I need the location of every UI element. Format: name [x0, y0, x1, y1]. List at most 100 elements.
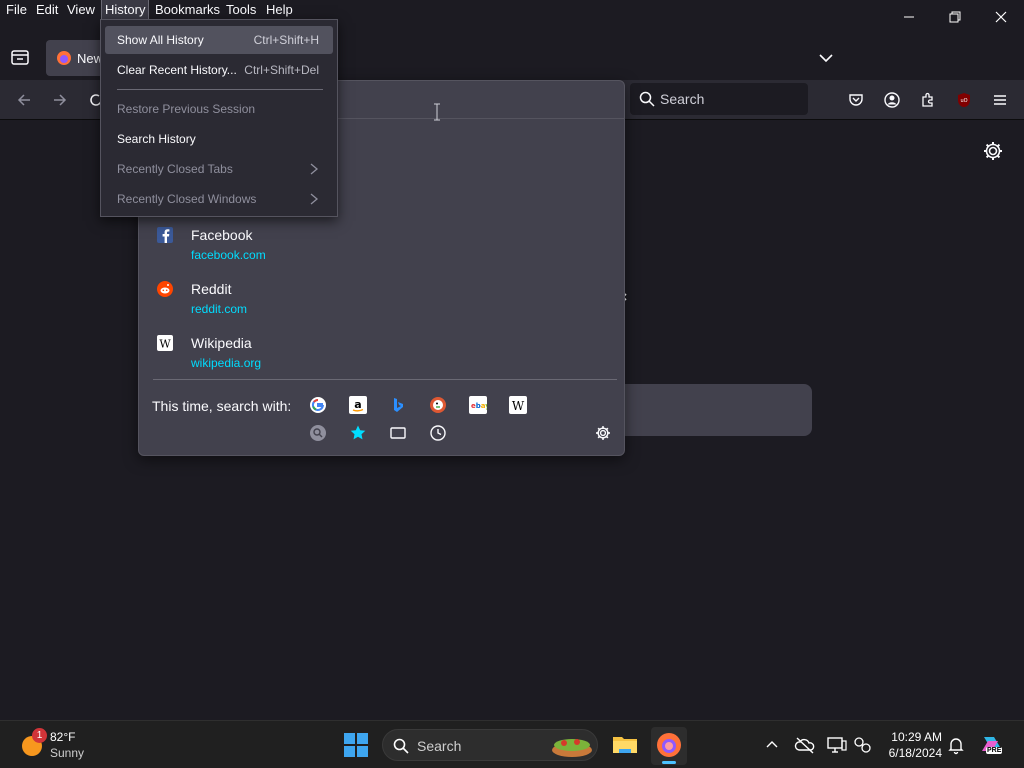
menu-item-label: Recently Closed Windows — [117, 192, 257, 206]
ebay-engine-button[interactable]: ebay — [468, 395, 488, 415]
menu-item-shortcut: Ctrl+Shift+H — [253, 33, 319, 47]
site-url: facebook.com — [191, 248, 266, 262]
weather-widget[interactable]: 1 82°F Sunny — [14, 727, 104, 763]
bing-icon — [394, 398, 403, 412]
amazon-icon: a — [349, 396, 367, 414]
facebook-icon — [157, 227, 173, 243]
firefox-view-button[interactable] — [10, 48, 30, 66]
menu-view[interactable]: View — [64, 0, 98, 20]
onedrive-button[interactable] — [794, 735, 816, 755]
copilot-button[interactable]: PRE — [978, 731, 1006, 759]
google-engine-button[interactable] — [308, 395, 328, 415]
history-mode-button[interactable] — [428, 423, 448, 443]
firefox-taskbar-button[interactable] — [651, 727, 687, 765]
page-search-box[interactable] — [600, 384, 812, 436]
search-settings-button[interactable] — [593, 423, 613, 443]
svg-text:uO: uO — [960, 98, 967, 104]
close-window-button[interactable] — [978, 0, 1024, 34]
site-name: Facebook — [191, 227, 253, 243]
list-all-tabs-button[interactable] — [816, 48, 836, 68]
weather-badge: 1 — [32, 728, 47, 743]
show-all-history-item[interactable]: Show All History Ctrl+Shift+H — [105, 26, 333, 54]
file-explorer-button[interactable] — [610, 729, 640, 761]
chevron-up-icon — [766, 741, 778, 748]
svg-text:ebay: ebay — [471, 402, 487, 410]
forward-arrow-icon — [54, 94, 67, 106]
site-name: Wikipedia — [191, 335, 252, 351]
active-indicator — [662, 761, 676, 764]
menu-item-shortcut: Ctrl+Shift+Del — [244, 63, 319, 77]
tabs-mode-button[interactable] — [388, 423, 408, 443]
svg-text:W: W — [159, 338, 171, 351]
list-item[interactable]: Reddit reddit.com — [157, 279, 557, 323]
firefox-view-icon — [11, 50, 29, 65]
reddit-icon — [157, 281, 173, 297]
chevron-right-icon — [310, 163, 319, 175]
account-button[interactable] — [880, 88, 904, 112]
tabs-icon — [390, 427, 406, 439]
wikipedia-engine-button[interactable]: W — [508, 395, 528, 415]
firefox-logo-icon — [657, 733, 681, 757]
forward-button[interactable] — [48, 88, 72, 112]
menu-file[interactable]: File — [3, 0, 30, 20]
divider — [153, 379, 617, 380]
menu-item-label: Recently Closed Tabs — [117, 162, 233, 176]
gear-icon — [984, 142, 1002, 160]
menu-item-label: Restore Previous Session — [117, 102, 256, 116]
menu-tools[interactable]: Tools — [223, 0, 259, 20]
taskbar-search-placeholder: Search — [417, 738, 462, 754]
gear-icon — [596, 426, 610, 440]
minimize-button[interactable] — [886, 0, 932, 34]
back-arrow-icon — [17, 94, 30, 106]
folder-icon — [613, 737, 637, 753]
amazon-engine-button[interactable]: a — [348, 395, 368, 415]
account-icon — [884, 92, 900, 108]
search-icon — [393, 738, 409, 754]
search-icon — [639, 91, 655, 107]
ublock-origin-button[interactable]: uO — [952, 88, 976, 112]
menu-item-label: Clear Recent History... — [117, 63, 237, 77]
wikipedia-icon: W — [509, 396, 527, 414]
recently-closed-tabs-item[interactable]: Recently Closed Tabs — [105, 155, 333, 183]
search-with-label: This time, search with: — [152, 398, 292, 414]
duckduckgo-engine-button[interactable] — [428, 395, 448, 415]
windows-logo-icon — [344, 733, 368, 757]
chevron-down-icon — [819, 54, 833, 63]
firefox-logo-icon — [57, 51, 71, 65]
taskbar-search[interactable]: Search — [382, 729, 598, 761]
site-url: wikipedia.org — [191, 356, 262, 370]
notifications-button[interactable] — [946, 735, 966, 755]
clock-date: 6/18/2024 — [888, 746, 942, 760]
restore-previous-session-item[interactable]: Restore Previous Session — [105, 95, 333, 123]
network-button[interactable] — [852, 735, 874, 755]
back-button[interactable] — [12, 88, 36, 112]
clock[interactable]: 10:29 AM 6/18/2024 — [880, 729, 944, 763]
menu-help[interactable]: Help — [263, 0, 296, 20]
pocket-button[interactable] — [844, 88, 868, 112]
search-bar[interactable]: Search — [630, 83, 808, 115]
bookmarks-star-icon — [350, 425, 366, 440]
site-url: reddit.com — [191, 302, 248, 316]
clear-recent-history-item[interactable]: Clear Recent History... Ctrl+Shift+Del — [105, 56, 333, 84]
search-mode-button[interactable] — [308, 423, 328, 443]
restore-button[interactable] — [932, 0, 978, 34]
app-menu-button[interactable] — [988, 88, 1012, 112]
list-item[interactable]: W Wikipedia wikipedia.org — [157, 333, 557, 377]
menu-bookmarks[interactable]: Bookmarks — [152, 0, 223, 20]
search-history-item[interactable]: Search History — [105, 125, 333, 153]
menu-edit[interactable]: Edit — [33, 0, 61, 20]
svg-text:a: a — [354, 398, 361, 411]
menu-history[interactable]: History — [100, 0, 150, 21]
bing-engine-button[interactable] — [388, 395, 408, 415]
weather-temp: 82°F — [50, 730, 76, 744]
show-hidden-icons-button[interactable] — [762, 735, 782, 755]
text-cursor-icon — [434, 103, 440, 121]
extensions-button[interactable] — [916, 88, 940, 112]
history-menu: Show All History Ctrl+Shift+H Clear Rece… — [100, 19, 338, 217]
start-button[interactable] — [343, 732, 369, 758]
recently-closed-windows-item[interactable]: Recently Closed Windows — [105, 185, 333, 213]
display-button[interactable] — [826, 735, 848, 755]
list-item[interactable]: Facebook facebook.com — [157, 225, 557, 269]
new-tab-settings-button[interactable] — [980, 138, 1006, 164]
bookmarks-mode-button[interactable] — [348, 423, 368, 443]
